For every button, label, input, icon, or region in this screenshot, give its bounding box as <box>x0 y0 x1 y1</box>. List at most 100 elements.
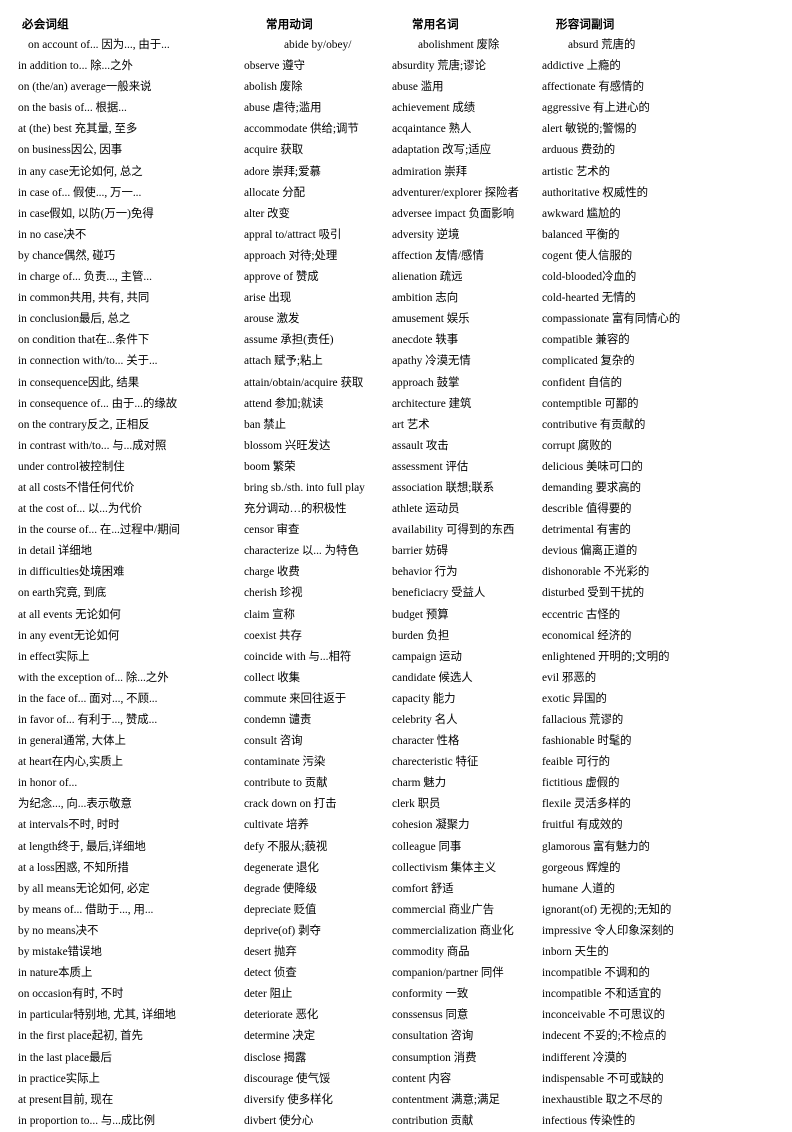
vocabulary-entry: balanced 平衡的 <box>542 228 620 241</box>
vocabulary-entry: in honor of... <box>18 777 78 790</box>
vocabulary-entry: deprive(of) 剥夺 <box>244 924 321 937</box>
vocabulary-entry: achievement 成绩 <box>392 102 476 115</box>
vocabulary-entry: incompatible 不调和的 <box>542 967 650 980</box>
column-heading-nouns: 常用名词 <box>412 19 459 31</box>
vocabulary-sheet-page: 必会词组 on account of... 因为..., 由于... in add… <box>0 0 792 1127</box>
vocabulary-entry: gorgeous 辉煌的 <box>542 861 621 874</box>
vocabulary-entry: depreciate 贬值 <box>244 903 317 916</box>
vocabulary-entry: censor 审查 <box>244 524 300 537</box>
vocabulary-entry: on occasion有时, 不时 <box>18 988 124 1001</box>
vocabulary-entry: character 性格 <box>392 735 460 748</box>
vocabulary-entry: behavior 行为 <box>392 566 458 579</box>
entry-list-nouns: abolishment 废除 absurdity 荒唐;谬论 abuse 滥用 ach… <box>392 35 542 1132</box>
vocabulary-entry: capacity 能力 <box>392 692 456 705</box>
vocabulary-entry: fruitful 有成效的 <box>542 819 623 832</box>
vocabulary-entry: devious 偏离正道的 <box>542 545 638 558</box>
vocabulary-entry: aggressive 有上进心的 <box>542 102 650 115</box>
vocabulary-entry: beneficiacry 受益人 <box>392 587 486 600</box>
vocabulary-entry: in contrast with/to... 与...成对照 <box>18 439 167 452</box>
vocabulary-entry: at all events 无论如何 <box>18 608 121 621</box>
vocabulary-entry: bring sb./sth. into full play <box>244 481 365 494</box>
vocabulary-entry: in addition to... 除...之外 <box>18 60 133 73</box>
vocabulary-entry: anecdote 轶事 <box>392 334 459 347</box>
vocabulary-entry: in case假如, 以防(万一)免得 <box>18 207 154 220</box>
vocabulary-entry: inconceivable 不可思议的 <box>542 1009 666 1022</box>
vocabulary-entry: barrier 妨碍 <box>392 545 448 558</box>
vocabulary-entry: in conclusion最后, 总之 <box>18 313 131 326</box>
vocabulary-entry: assault 攻击 <box>392 439 449 452</box>
vocabulary-entry: architecture 建筑 <box>392 397 472 410</box>
vocabulary-entry: attach 赋予;粘上 <box>244 355 323 368</box>
vocabulary-entry: awkward 尴尬的 <box>542 207 621 220</box>
vocabulary-entry: allocate 分配 <box>244 186 306 199</box>
vocabulary-entry: abuse 滥用 <box>392 81 444 94</box>
vocabulary-entry: commercial 商业广告 <box>392 903 495 916</box>
vocabulary-entry: commercialization 商业化 <box>392 924 514 937</box>
vocabulary-entry: adversee impact 负面影响 <box>392 207 515 220</box>
vocabulary-entry: abolish 废除 <box>244 81 303 94</box>
vocabulary-entry: characterize 以... 为特色 <box>244 545 359 558</box>
vocabulary-entry: accommodate 供给;调节 <box>244 123 359 136</box>
vocabulary-entry: at present目前, 现在 <box>18 1093 114 1106</box>
vocabulary-entry: compatible 兼容的 <box>542 334 630 347</box>
vocabulary-entry: burden 负担 <box>392 629 450 642</box>
column-heading-verbs: 常用动词 <box>266 19 313 31</box>
vocabulary-entry: in detail 详细地 <box>18 545 93 558</box>
column-heading-adjectives: 形容词副词 <box>556 19 615 31</box>
entry-list-adjectives: absurd 荒唐的 addictive 上瘾的 affectionate 有感情的… <box>542 35 782 1132</box>
vocabulary-entry: inexhaustible 取之不尽的 <box>542 1093 663 1106</box>
vocabulary-entry: divbert 使分心 <box>244 1114 314 1127</box>
vocabulary-entry: arduous 费劲的 <box>542 144 616 157</box>
column-verbs: 常用动词 abide by/obey/observe 遵守 abolish 废除 a… <box>244 18 392 1132</box>
vocabulary-entry: glamorous 富有魅力的 <box>542 840 650 853</box>
vocabulary-entry: consumption 消费 <box>392 1051 477 1064</box>
vocabulary-entry: assessment 评估 <box>392 460 469 473</box>
vocabulary-entry: on (the/an) average一般来说 <box>18 81 152 94</box>
vocabulary-entry: alienation 疏远 <box>392 271 463 284</box>
vocabulary-entry: amusement 娱乐 <box>392 313 470 326</box>
vocabulary-entry: in the course of... 在...过程中/期间 <box>18 524 180 537</box>
vocabulary-entry: consult 咨询 <box>244 735 303 748</box>
vocabulary-entry: describle 值得要的 <box>542 503 632 516</box>
vocabulary-entry: demanding 要求高的 <box>542 481 642 494</box>
vocabulary-entry: determine 决定 <box>244 1030 316 1043</box>
vocabulary-entry: budget 预算 <box>392 608 449 621</box>
vocabulary-entry: conssensus 同意 <box>392 1009 469 1022</box>
vocabulary-entry: exotic 异国的 <box>542 692 607 705</box>
vocabulary-entry: assume 承担(责任) <box>244 334 334 347</box>
vocabulary-entry: cultivate 培养 <box>244 819 309 832</box>
vocabulary-entry: ban 禁止 <box>244 418 287 431</box>
vocabulary-entry: diversify 使多样化 <box>244 1093 333 1106</box>
vocabulary-entry: fashionable 时髦的 <box>542 735 632 748</box>
vocabulary-entry: in nature本质上 <box>18 967 93 980</box>
vocabulary-entry: cherish 珍视 <box>244 587 303 600</box>
vocabulary-entry: flexile 灵活多样的 <box>542 798 631 811</box>
vocabulary-entry: abuse 虐待;滥用 <box>244 102 322 115</box>
vocabulary-entry: art 艺术 <box>392 418 430 431</box>
vocabulary-entry: cohesion 凝聚力 <box>392 819 470 832</box>
vocabulary-entry: compassionate 富有同情心的 <box>542 313 681 326</box>
vocabulary-entry: clerk 职员 <box>392 798 441 811</box>
vocabulary-entry: infectious 传染性的 <box>542 1114 636 1127</box>
vocabulary-entry: disturbed 受到干扰的 <box>542 587 645 600</box>
vocabulary-entry: in no case决不 <box>18 228 87 241</box>
vocabulary-entry: indecent 不妥的;不检点的 <box>542 1030 667 1043</box>
vocabulary-entry: contaminate 污染 <box>244 756 326 769</box>
vocabulary-entry: feaible 可行的 <box>542 756 611 769</box>
vocabulary-entry: disclose 揭露 <box>244 1051 307 1064</box>
vocabulary-entry: association 联想;联系 <box>392 481 495 494</box>
vocabulary-entry: humane 人道的 <box>542 882 616 895</box>
vocabulary-entry: in the face of... 面对..., 不顾... <box>18 692 158 705</box>
vocabulary-entry: in consequence因此, 结果 <box>18 376 140 389</box>
vocabulary-entry: at the cost of... 以...为代价 <box>18 503 143 516</box>
vocabulary-entry: indispensable 不可或缺的 <box>542 1072 664 1085</box>
vocabulary-entry: fictitious 虚假的 <box>542 777 620 790</box>
vocabulary-entry: adore 崇拜;爱慕 <box>244 165 321 178</box>
column-adjectives: 形容词副词 absurd 荒唐的 addictive 上瘾的 affectionat… <box>542 18 782 1132</box>
vocabulary-entry: approve of 赞成 <box>244 271 319 284</box>
vocabulary-entry: attend 参加;就读 <box>244 397 324 410</box>
vocabulary-entry: on the basis of... 根据... <box>18 102 127 115</box>
vocabulary-entry: appral to/attract 吸引 <box>244 228 342 241</box>
vocabulary-entry: at intervals不时, 时时 <box>18 819 120 832</box>
vocabulary-entry: collectivism 集体主义 <box>392 861 497 874</box>
